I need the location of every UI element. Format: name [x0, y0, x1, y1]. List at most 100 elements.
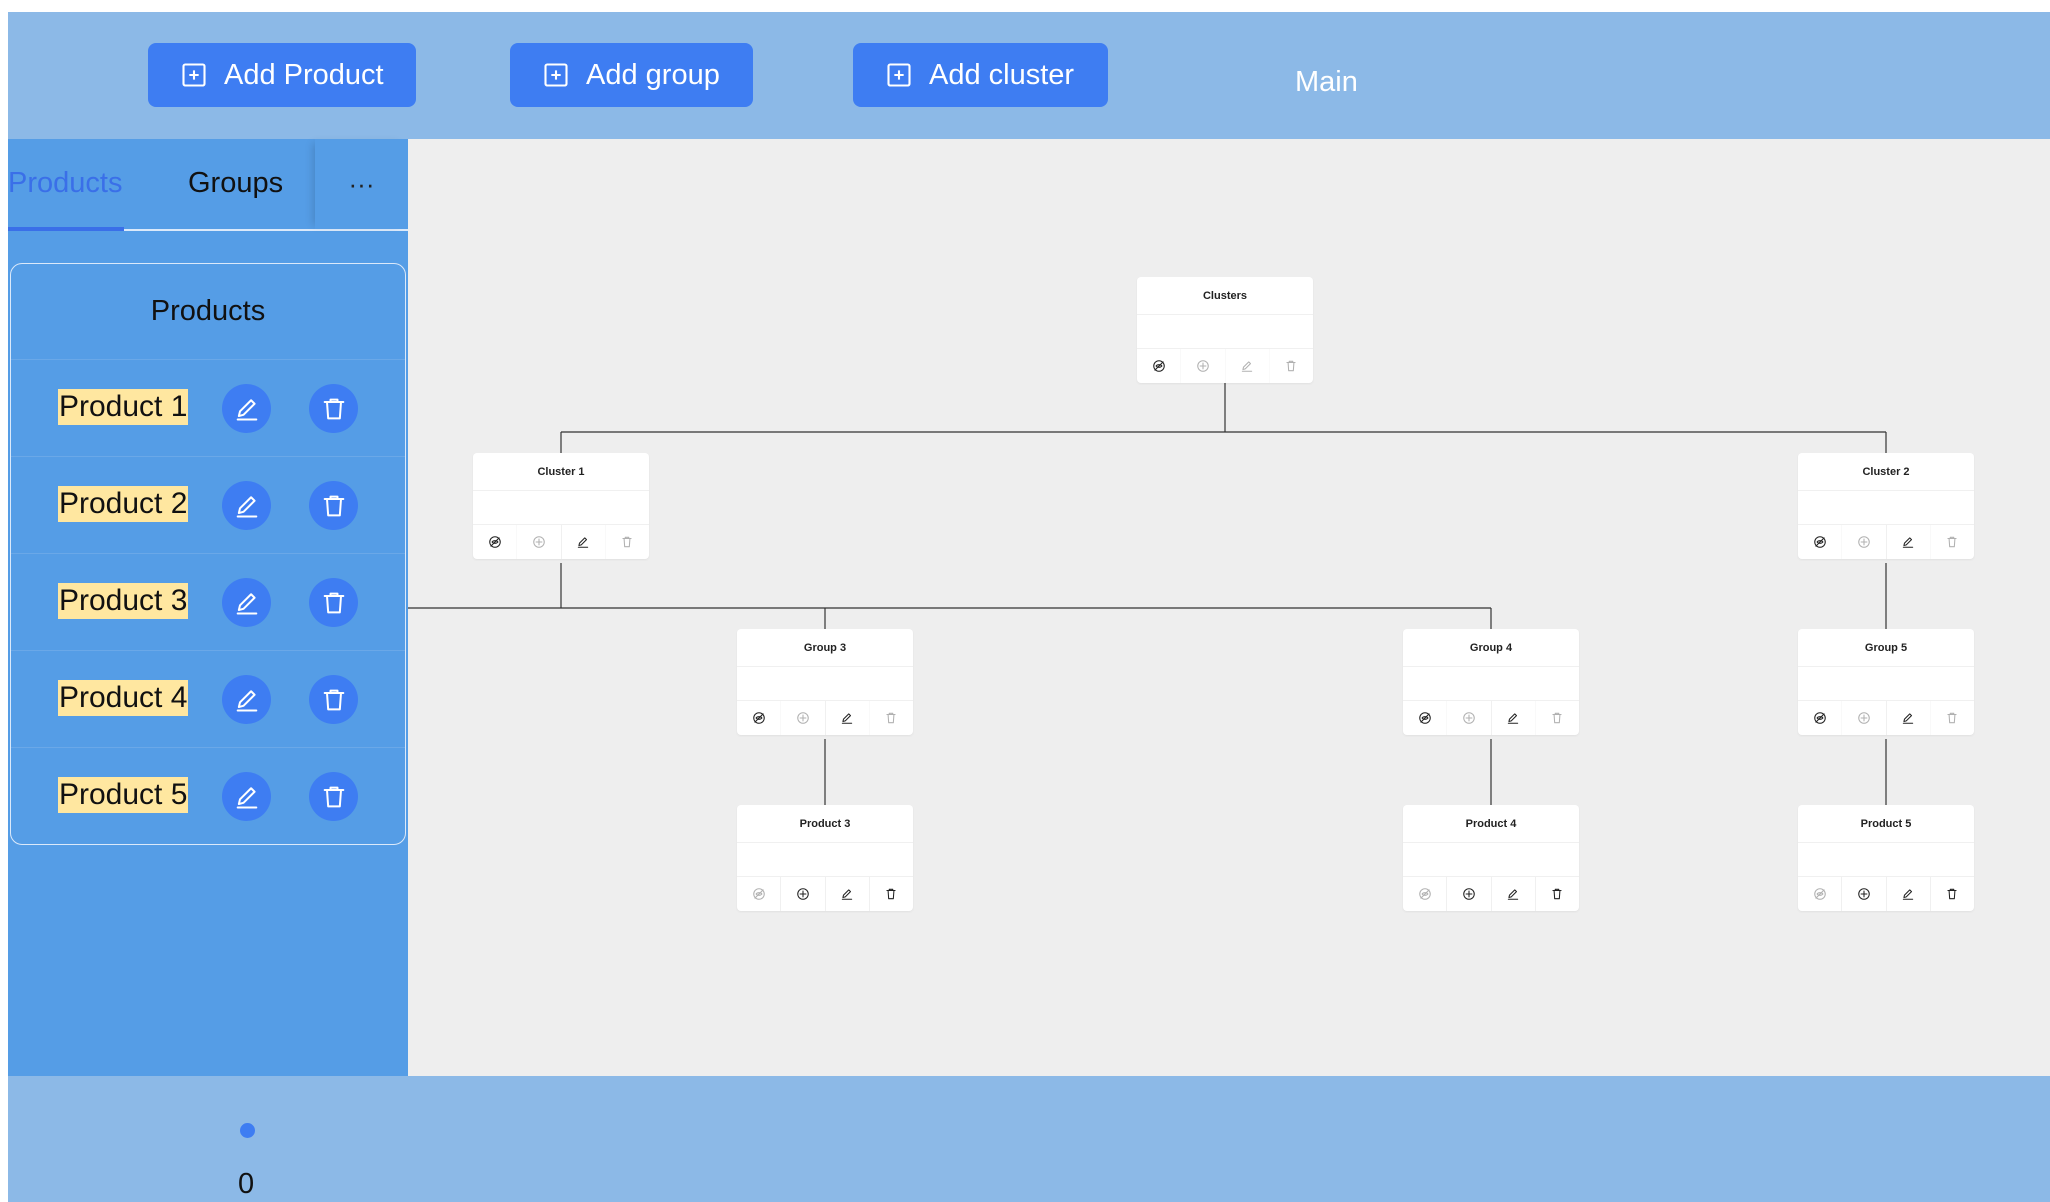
more-tabs-button[interactable]: ···: [315, 139, 408, 229]
delete-node-button[interactable]: [1534, 877, 1579, 911]
delete-product-button[interactable]: [309, 384, 358, 433]
node-title: Clusters: [1137, 277, 1313, 315]
plus-square-icon: [544, 63, 568, 87]
plus-icon: [1463, 712, 1475, 724]
add-child-button[interactable]: [1446, 701, 1490, 735]
panel-title: Products: [11, 264, 405, 360]
tree-node-group-4[interactable]: Group 4: [1403, 629, 1579, 735]
trash-icon: [323, 786, 344, 807]
pencil-icon: [236, 689, 257, 711]
tree-node-group-5[interactable]: Group 5: [1798, 629, 1974, 735]
delete-node-button[interactable]: [868, 701, 913, 735]
delete-node-button[interactable]: [1929, 701, 1974, 735]
node-actions: [1798, 524, 1974, 559]
product-name[interactable]: Product 2: [58, 486, 189, 522]
tree-node-product-3[interactable]: Product 3: [737, 805, 913, 911]
product-name[interactable]: Product 3: [58, 583, 189, 619]
add-child-button[interactable]: [516, 525, 560, 559]
edit-node-button[interactable]: [824, 877, 869, 911]
tree-node-product-5[interactable]: Product 5: [1798, 805, 1974, 911]
tab-products[interactable]: Products: [8, 167, 122, 200]
delete-node-button[interactable]: [604, 525, 649, 559]
delete-node-button[interactable]: [1929, 877, 1974, 911]
tree-canvas[interactable]: Clusters Cluster 1 Cluster 2 Group 3 Gro…: [408, 139, 2050, 1076]
trash-icon: [1286, 360, 1296, 372]
toggle-visibility-button[interactable]: [1798, 877, 1841, 911]
edit-node-button[interactable]: [1885, 525, 1930, 559]
main-nav-link[interactable]: Main: [1295, 66, 1358, 99]
edit-node-button[interactable]: [1490, 701, 1535, 735]
app-window: Add Product Add group Add cluster Main P…: [8, 12, 2050, 1202]
node-title: Product 3: [737, 805, 913, 843]
pencil-icon: [1902, 713, 1914, 724]
product-name[interactable]: Product 1: [58, 389, 189, 425]
add-child-button[interactable]: [1841, 877, 1885, 911]
trash-icon: [323, 398, 344, 419]
node-title: Group 4: [1403, 629, 1579, 667]
toggle-visibility-button[interactable]: [1403, 701, 1446, 735]
pencil-icon: [1902, 889, 1914, 900]
add-child-button[interactable]: [1180, 349, 1224, 383]
tree-node-product-4[interactable]: Product 4: [1403, 805, 1579, 911]
node-title: Product 5: [1798, 805, 1974, 843]
tree-node-clusters[interactable]: Clusters: [1137, 277, 1313, 383]
add-child-button[interactable]: [1841, 525, 1885, 559]
toggle-visibility-button[interactable]: [473, 525, 516, 559]
toggle-visibility-button[interactable]: [737, 877, 780, 911]
eye-slash-icon: [1418, 712, 1431, 724]
add-child-button[interactable]: [780, 877, 824, 911]
plus-icon: [1858, 888, 1870, 900]
add-child-button[interactable]: [780, 701, 824, 735]
delete-node-button[interactable]: [1534, 701, 1579, 735]
tree-node-cluster-2[interactable]: Cluster 2: [1798, 453, 1974, 559]
edit-product-button[interactable]: [222, 772, 271, 821]
eye-slash-icon: [1152, 360, 1165, 372]
add-group-button[interactable]: Add group: [510, 43, 753, 107]
trash-icon: [1947, 712, 1957, 724]
edit-product-button[interactable]: [222, 384, 271, 433]
node-actions: [473, 524, 649, 559]
delete-product-button[interactable]: [309, 481, 358, 530]
tree-node-cluster-1[interactable]: Cluster 1: [473, 453, 649, 559]
eye-slash-icon: [752, 712, 765, 724]
pencil-icon: [1507, 889, 1519, 900]
edit-product-button[interactable]: [222, 481, 271, 530]
product-name[interactable]: Product 5: [58, 777, 189, 813]
plus-icon: [797, 888, 809, 900]
add-product-label: Add Product: [224, 58, 384, 91]
edit-node-button[interactable]: [824, 701, 869, 735]
edit-node-button[interactable]: [560, 525, 605, 559]
toggle-visibility-button[interactable]: [1137, 349, 1180, 383]
toggle-visibility-button[interactable]: [1403, 877, 1446, 911]
toggle-visibility-button[interactable]: [1798, 525, 1841, 559]
delete-node-button[interactable]: [1268, 349, 1313, 383]
trash-icon: [1947, 888, 1957, 900]
trash-icon: [886, 888, 896, 900]
edit-node-button[interactable]: [1885, 701, 1930, 735]
edit-node-button[interactable]: [1490, 877, 1535, 911]
add-product-button[interactable]: Add Product: [148, 43, 416, 107]
toggle-visibility-button[interactable]: [737, 701, 780, 735]
edit-product-button[interactable]: [222, 675, 271, 724]
product-row: Product 1: [11, 360, 405, 457]
delete-node-button[interactable]: [1929, 525, 1974, 559]
edit-node-button[interactable]: [1224, 349, 1269, 383]
edit-node-button[interactable]: [1885, 877, 1930, 911]
delete-product-button[interactable]: [309, 675, 358, 724]
add-cluster-button[interactable]: Add cluster: [853, 43, 1108, 107]
node-actions: [1403, 876, 1579, 911]
delete-product-button[interactable]: [309, 578, 358, 627]
edit-product-button[interactable]: [222, 578, 271, 627]
add-child-button[interactable]: [1841, 701, 1885, 735]
product-row: Product 5: [11, 748, 405, 844]
delete-product-button[interactable]: [309, 772, 358, 821]
tree-node-group-3[interactable]: Group 3: [737, 629, 913, 735]
pencil-icon: [1902, 537, 1914, 548]
add-child-button[interactable]: [1446, 877, 1490, 911]
pencil-icon: [841, 889, 853, 900]
product-name[interactable]: Product 4: [58, 680, 189, 716]
toggle-visibility-button[interactable]: [1798, 701, 1841, 735]
node-title: Cluster 2: [1798, 453, 1974, 491]
tab-groups[interactable]: Groups: [188, 167, 283, 200]
delete-node-button[interactable]: [868, 877, 913, 911]
